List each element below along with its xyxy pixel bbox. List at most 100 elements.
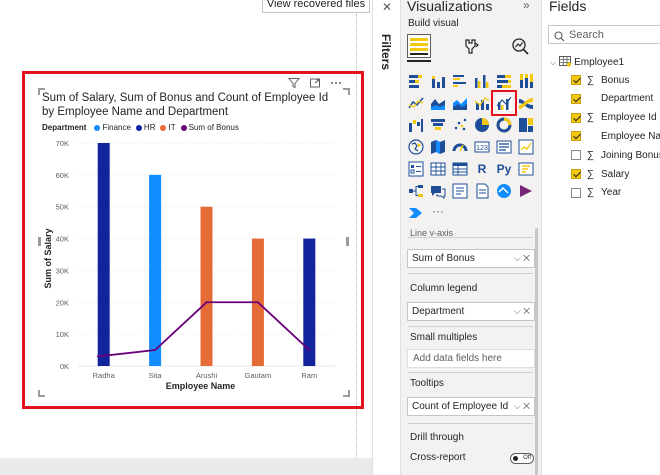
multi-row-card-icon[interactable] <box>496 139 512 155</box>
field-label: Department <box>601 93 654 105</box>
key-influencers-icon[interactable] <box>518 161 534 177</box>
field-year[interactable]: ∑ Year <box>571 187 621 199</box>
scatter-chart-icon[interactable] <box>452 117 468 133</box>
canvas-bottom-bar <box>0 458 372 475</box>
line-point-radha <box>96 355 99 358</box>
field-checkbox[interactable] <box>571 187 581 198</box>
clustered-bar-chart-icon[interactable] <box>452 73 468 89</box>
stacked-area-chart-icon[interactable] <box>452 95 468 111</box>
table-icon <box>559 55 572 70</box>
waterfall-chart-icon[interactable] <box>408 117 424 133</box>
combo-chart[interactable]: 0K 10K 20K 30K 40K 50K 60K 70K Radha Sita Arushi Ga… <box>0 0 372 475</box>
field-checkbox[interactable] <box>571 75 581 85</box>
gauge-icon[interactable] <box>452 139 468 155</box>
column-bar-arushi <box>200 206 213 366</box>
100-stacked-column-chart-icon[interactable] <box>518 73 534 89</box>
card-icon[interactable]: 123 <box>474 139 490 155</box>
small-multiples-drop-zone[interactable]: Add data fields here <box>407 349 535 368</box>
field-pill-controls[interactable]: ⌵ ✕ <box>514 303 530 320</box>
clustered-column-chart-icon[interactable] <box>474 73 490 89</box>
tooltips-field[interactable]: Count of Employee Id ⌵ ✕ <box>407 397 535 416</box>
line-and-clustered-column-chart-icon[interactable] <box>491 90 517 116</box>
kpi-icon[interactable] <box>518 139 534 155</box>
power-apps-icon[interactable] <box>518 183 534 199</box>
field-checkbox[interactable] <box>571 150 581 161</box>
filters-label[interactable]: Filters <box>379 34 393 70</box>
field-checkbox[interactable] <box>571 112 581 123</box>
field-salary[interactable]: ∑ Salary <box>571 168 629 180</box>
field-department[interactable]: Department <box>571 93 653 105</box>
arcgis-icon[interactable] <box>496 183 512 199</box>
small-multiples-label: Small multiples <box>410 332 478 343</box>
qa-icon[interactable] <box>430 183 446 199</box>
stacked-column-chart-icon[interactable] <box>430 73 446 89</box>
filled-map-icon[interactable] <box>430 139 446 155</box>
decomposition-tree-icon[interactable] <box>408 183 424 199</box>
analytics-icon[interactable] <box>511 37 531 55</box>
field-checkbox[interactable] <box>571 93 581 104</box>
search-input[interactable]: Search <box>548 25 660 44</box>
sigma-icon: ∑ <box>586 168 595 180</box>
report-canvas[interactable]: View recovered files Sum of Salary, Sum … <box>0 0 372 475</box>
x-tick-label: Ram <box>301 371 317 380</box>
build-visual-icon[interactable] <box>407 34 431 58</box>
field-pill-controls[interactable]: ⌵ ✕ <box>514 250 530 267</box>
field-label: Employee Name <box>601 130 660 142</box>
100-stacked-bar-chart-icon[interactable] <box>496 73 512 89</box>
line-chart-icon[interactable] <box>408 95 424 111</box>
x-tick-label: Radha <box>93 371 116 380</box>
donut-chart-icon[interactable] <box>496 117 512 133</box>
field-checkbox[interactable] <box>571 131 581 142</box>
format-visual-icon[interactable] <box>463 37 481 55</box>
map-icon[interactable] <box>408 139 424 155</box>
close-icon[interactable]: ✕ <box>382 0 392 14</box>
r-visual-icon[interactable]: R <box>474 161 490 177</box>
table-name: Employee1 <box>574 57 625 68</box>
field-label: Joining Bonus <box>601 149 660 161</box>
paginated-report-icon[interactable] <box>474 183 490 199</box>
python-visual-icon[interactable]: Py <box>496 161 512 177</box>
visual-type-gallery: 123 R Py ··· <box>408 73 534 221</box>
tooltips-label: Tooltips <box>410 378 444 389</box>
pie-chart-icon[interactable] <box>474 117 490 133</box>
line-point-arushi <box>205 301 208 304</box>
cross-report-toggle[interactable]: Off <box>510 453 534 464</box>
field-bonus[interactable]: ∑ Bonus <box>571 74 629 86</box>
field-checkbox[interactable] <box>571 169 581 179</box>
field-label: Employee Id <box>601 112 657 124</box>
field-pill-controls[interactable]: ⌵ ✕ <box>514 398 530 415</box>
field-label: Salary <box>601 168 630 180</box>
y-tick-label: 30K <box>56 266 69 275</box>
divider <box>408 423 533 424</box>
field-label: Year <box>601 187 622 199</box>
line-and-stacked-column-chart-icon[interactable] <box>474 95 490 111</box>
field-employee-id[interactable]: ∑ Employee Id <box>571 112 657 124</box>
field-employee-name[interactable]: Employee Name <box>571 130 660 142</box>
treemap-icon[interactable] <box>518 117 534 133</box>
power-automate-icon[interactable] <box>408 205 424 221</box>
y-tick-label: 50K <box>56 203 69 212</box>
ribbon-chart-icon[interactable] <box>518 95 534 111</box>
column-bar-sita <box>149 174 162 366</box>
column-legend-field[interactable]: Department ⌵ ✕ <box>407 302 535 321</box>
collapse-pane-icon[interactable]: » <box>523 0 530 12</box>
table-icon[interactable] <box>430 161 446 177</box>
filters-pane-collapsed[interactable]: ✕ Filters <box>372 0 400 475</box>
divider <box>408 372 533 373</box>
divider <box>408 237 533 238</box>
chevron-down-icon[interactable]: ⌵ <box>550 58 556 68</box>
funnel-chart-icon[interactable] <box>430 117 446 133</box>
matrix-icon[interactable] <box>452 161 468 177</box>
sigma-icon: ∑ <box>586 187 595 199</box>
toggle-knob <box>513 456 518 461</box>
fields-title: Fields <box>549 0 587 14</box>
field-joining-bonus[interactable]: ∑ Joining Bonus <box>571 149 660 161</box>
stacked-bar-chart-icon[interactable] <box>408 73 424 89</box>
scrollbar[interactable] <box>535 228 538 475</box>
slicer-icon[interactable] <box>408 161 424 177</box>
more-visuals-icon[interactable]: ··· <box>430 205 446 221</box>
area-chart-icon[interactable] <box>430 95 446 111</box>
line-y-axis-field[interactable]: Sum of Bonus ⌵ ✕ <box>407 249 535 268</box>
smart-narrative-icon[interactable] <box>452 183 468 199</box>
table-employee1[interactable]: ⌵ Employee1 <box>550 55 624 70</box>
